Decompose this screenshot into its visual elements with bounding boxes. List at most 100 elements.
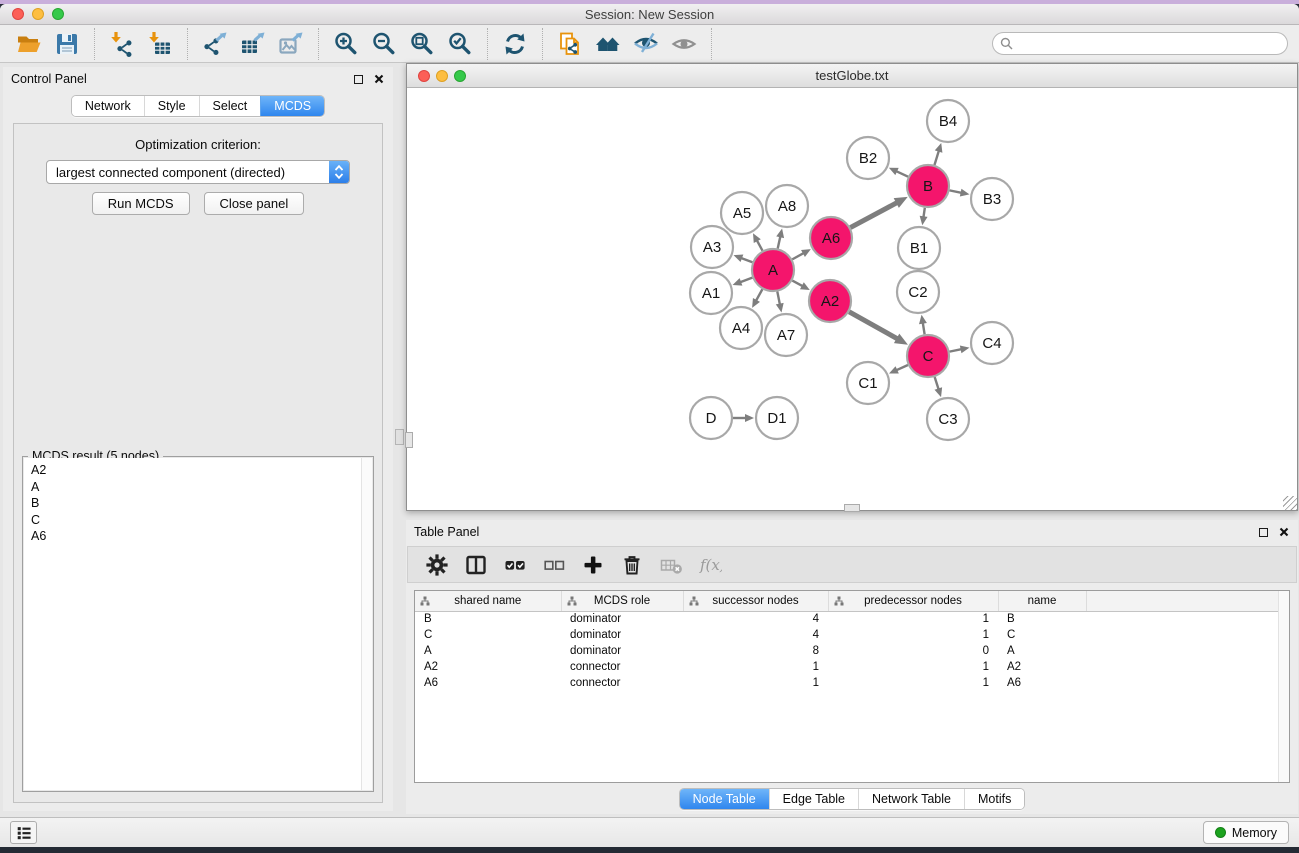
open-file-icon[interactable] — [13, 29, 45, 59]
table-row[interactable]: A2connector11A2 — [415, 659, 1289, 675]
graph-edge-A-A4[interactable] — [752, 289, 762, 308]
column-header-name[interactable]: name — [998, 591, 1086, 611]
graph-node-D1[interactable]: D1 — [756, 397, 798, 439]
graph-node-B2[interactable]: B2 — [847, 137, 889, 179]
graph-edge-B-B1[interactable] — [920, 208, 928, 225]
save-session-icon[interactable] — [51, 29, 83, 59]
import-network-icon[interactable] — [106, 29, 138, 59]
graph-node-D[interactable]: D — [690, 397, 732, 439]
graph-node-B3[interactable]: B3 — [971, 178, 1013, 220]
graph-edge-A-A1[interactable] — [733, 278, 753, 286]
graph-node-C[interactable]: C — [907, 335, 949, 377]
graph-node-C1[interactable]: C1 — [847, 362, 889, 404]
graph-edge-A-A8[interactable] — [776, 228, 784, 248]
tab-motifs[interactable]: Motifs — [964, 789, 1024, 809]
float-table-panel-icon[interactable] — [1259, 528, 1268, 537]
network-canvas[interactable]: AA1A2A3A4A5A6A7A8BB1B2B3B4CC1C2C3C4DD1 — [407, 89, 1297, 510]
network-zoom-button[interactable] — [454, 70, 466, 82]
graph-edge-B-B4[interactable] — [934, 143, 942, 165]
table-row[interactable]: Bdominator41B — [415, 611, 1289, 627]
mcds-result-item[interactable]: A2 — [31, 462, 372, 479]
export-image-icon[interactable] — [275, 29, 307, 59]
refresh-icon[interactable] — [499, 29, 531, 59]
search-input[interactable] — [1017, 35, 1280, 53]
vertical-divider-grip[interactable] — [395, 429, 404, 445]
network-minimize-button[interactable] — [436, 70, 448, 82]
tab-edge-table[interactable]: Edge Table — [769, 789, 858, 809]
minimize-button[interactable] — [32, 8, 44, 20]
graph-edge-B-B2[interactable] — [889, 168, 908, 177]
column-header-shared-name[interactable]: shared name — [415, 591, 561, 611]
zoom-fit-icon[interactable] — [406, 29, 438, 59]
zoom-in-icon[interactable] — [330, 29, 362, 59]
column-header-successor-nodes[interactable]: successor nodes — [683, 591, 828, 611]
column-header-MCDS-role[interactable]: MCDS role — [561, 591, 683, 611]
float-panel-icon[interactable] — [354, 75, 363, 84]
export-table-icon[interactable] — [237, 29, 269, 59]
task-history-button[interactable] — [10, 821, 37, 844]
close-table-panel-icon[interactable] — [1279, 527, 1289, 537]
graph-edge-A-A2[interactable] — [792, 281, 809, 291]
mcds-result-list[interactable]: A2ABCA6 — [24, 458, 372, 790]
table-row[interactable]: Adominator80A — [415, 643, 1289, 659]
tab-node-table[interactable]: Node Table — [680, 789, 769, 809]
graph-node-A2[interactable]: A2 — [809, 280, 851, 322]
graph-edge-A2-C[interactable] — [849, 312, 908, 345]
graph-node-A4[interactable]: A4 — [720, 307, 762, 349]
graph-node-A3[interactable]: A3 — [691, 226, 733, 268]
deselect-all-icon[interactable] — [539, 551, 569, 579]
close-panel-button[interactable]: Close panel — [204, 192, 305, 215]
column-header-predecessor-nodes[interactable]: predecessor nodes — [828, 591, 998, 611]
settings-icon[interactable] — [422, 551, 452, 579]
split-columns-icon[interactable] — [461, 551, 491, 579]
select-all-icon[interactable] — [500, 551, 530, 579]
frame-bottom-grip[interactable] — [844, 504, 860, 512]
graph-edge-B-B3[interactable] — [950, 189, 970, 197]
table-row[interactable]: A6connector11A6 — [415, 675, 1289, 691]
graph-edge-C-C4[interactable] — [950, 345, 970, 353]
run-mcds-button[interactable]: Run MCDS — [92, 192, 190, 215]
close-panel-icon[interactable] — [374, 74, 384, 84]
import-table-icon[interactable] — [144, 29, 176, 59]
graph-edge-A-A5[interactable] — [753, 233, 763, 250]
hide-panel-eye-icon[interactable] — [630, 29, 662, 59]
graph-node-B[interactable]: B — [907, 165, 949, 207]
graph-edge-C-C1[interactable] — [889, 365, 908, 374]
graph-node-C3[interactable]: C3 — [927, 398, 969, 440]
tab-select[interactable]: Select — [199, 96, 261, 116]
zoom-window-button[interactable] — [52, 8, 64, 20]
mcds-result-item[interactable]: A — [31, 479, 372, 496]
optimization-criterion-select[interactable]: largest connected component (directed) — [46, 160, 350, 184]
mcds-result-item[interactable]: A6 — [31, 528, 372, 545]
duplicate-network-icon[interactable] — [554, 29, 586, 59]
graph-node-A8[interactable]: A8 — [766, 185, 808, 227]
frame-left-grip[interactable] — [405, 432, 413, 448]
graph-node-A1[interactable]: A1 — [690, 272, 732, 314]
tab-network-table[interactable]: Network Table — [858, 789, 964, 809]
tab-style[interactable]: Style — [144, 96, 199, 116]
tab-mcds[interactable]: MCDS — [260, 96, 324, 116]
resize-corner[interactable] — [1283, 496, 1297, 510]
graph-node-C2[interactable]: C2 — [897, 271, 939, 313]
graph-node-A6[interactable]: A6 — [810, 217, 852, 259]
graph-edge-D-D1[interactable] — [733, 414, 754, 422]
show-panel-eye-icon[interactable] — [668, 29, 700, 59]
graph-edge-A-A6[interactable] — [792, 249, 811, 259]
mcds-result-item[interactable]: B — [31, 495, 372, 512]
network-window-titlebar[interactable]: testGlobe.txt — [407, 64, 1297, 88]
graph-edge-A-A7[interactable] — [776, 292, 784, 313]
window-titlebar[interactable]: Session: New Session — [0, 4, 1299, 25]
export-network-icon[interactable] — [199, 29, 231, 59]
graph-edge-A6-B[interactable] — [850, 197, 907, 228]
list-scrollbar[interactable] — [361, 458, 372, 790]
tab-network[interactable]: Network — [72, 96, 144, 116]
graph-node-A7[interactable]: A7 — [765, 314, 807, 356]
graph-node-B4[interactable]: B4 — [927, 100, 969, 142]
graph-edge-A-A3[interactable] — [734, 255, 753, 263]
memory-button[interactable]: Memory — [1203, 821, 1289, 844]
home-icon[interactable] — [592, 29, 624, 59]
graph-node-B1[interactable]: B1 — [898, 227, 940, 269]
graph-node-A[interactable]: A — [752, 249, 794, 291]
table-row[interactable]: Cdominator41C — [415, 627, 1289, 643]
graph-node-C4[interactable]: C4 — [971, 322, 1013, 364]
